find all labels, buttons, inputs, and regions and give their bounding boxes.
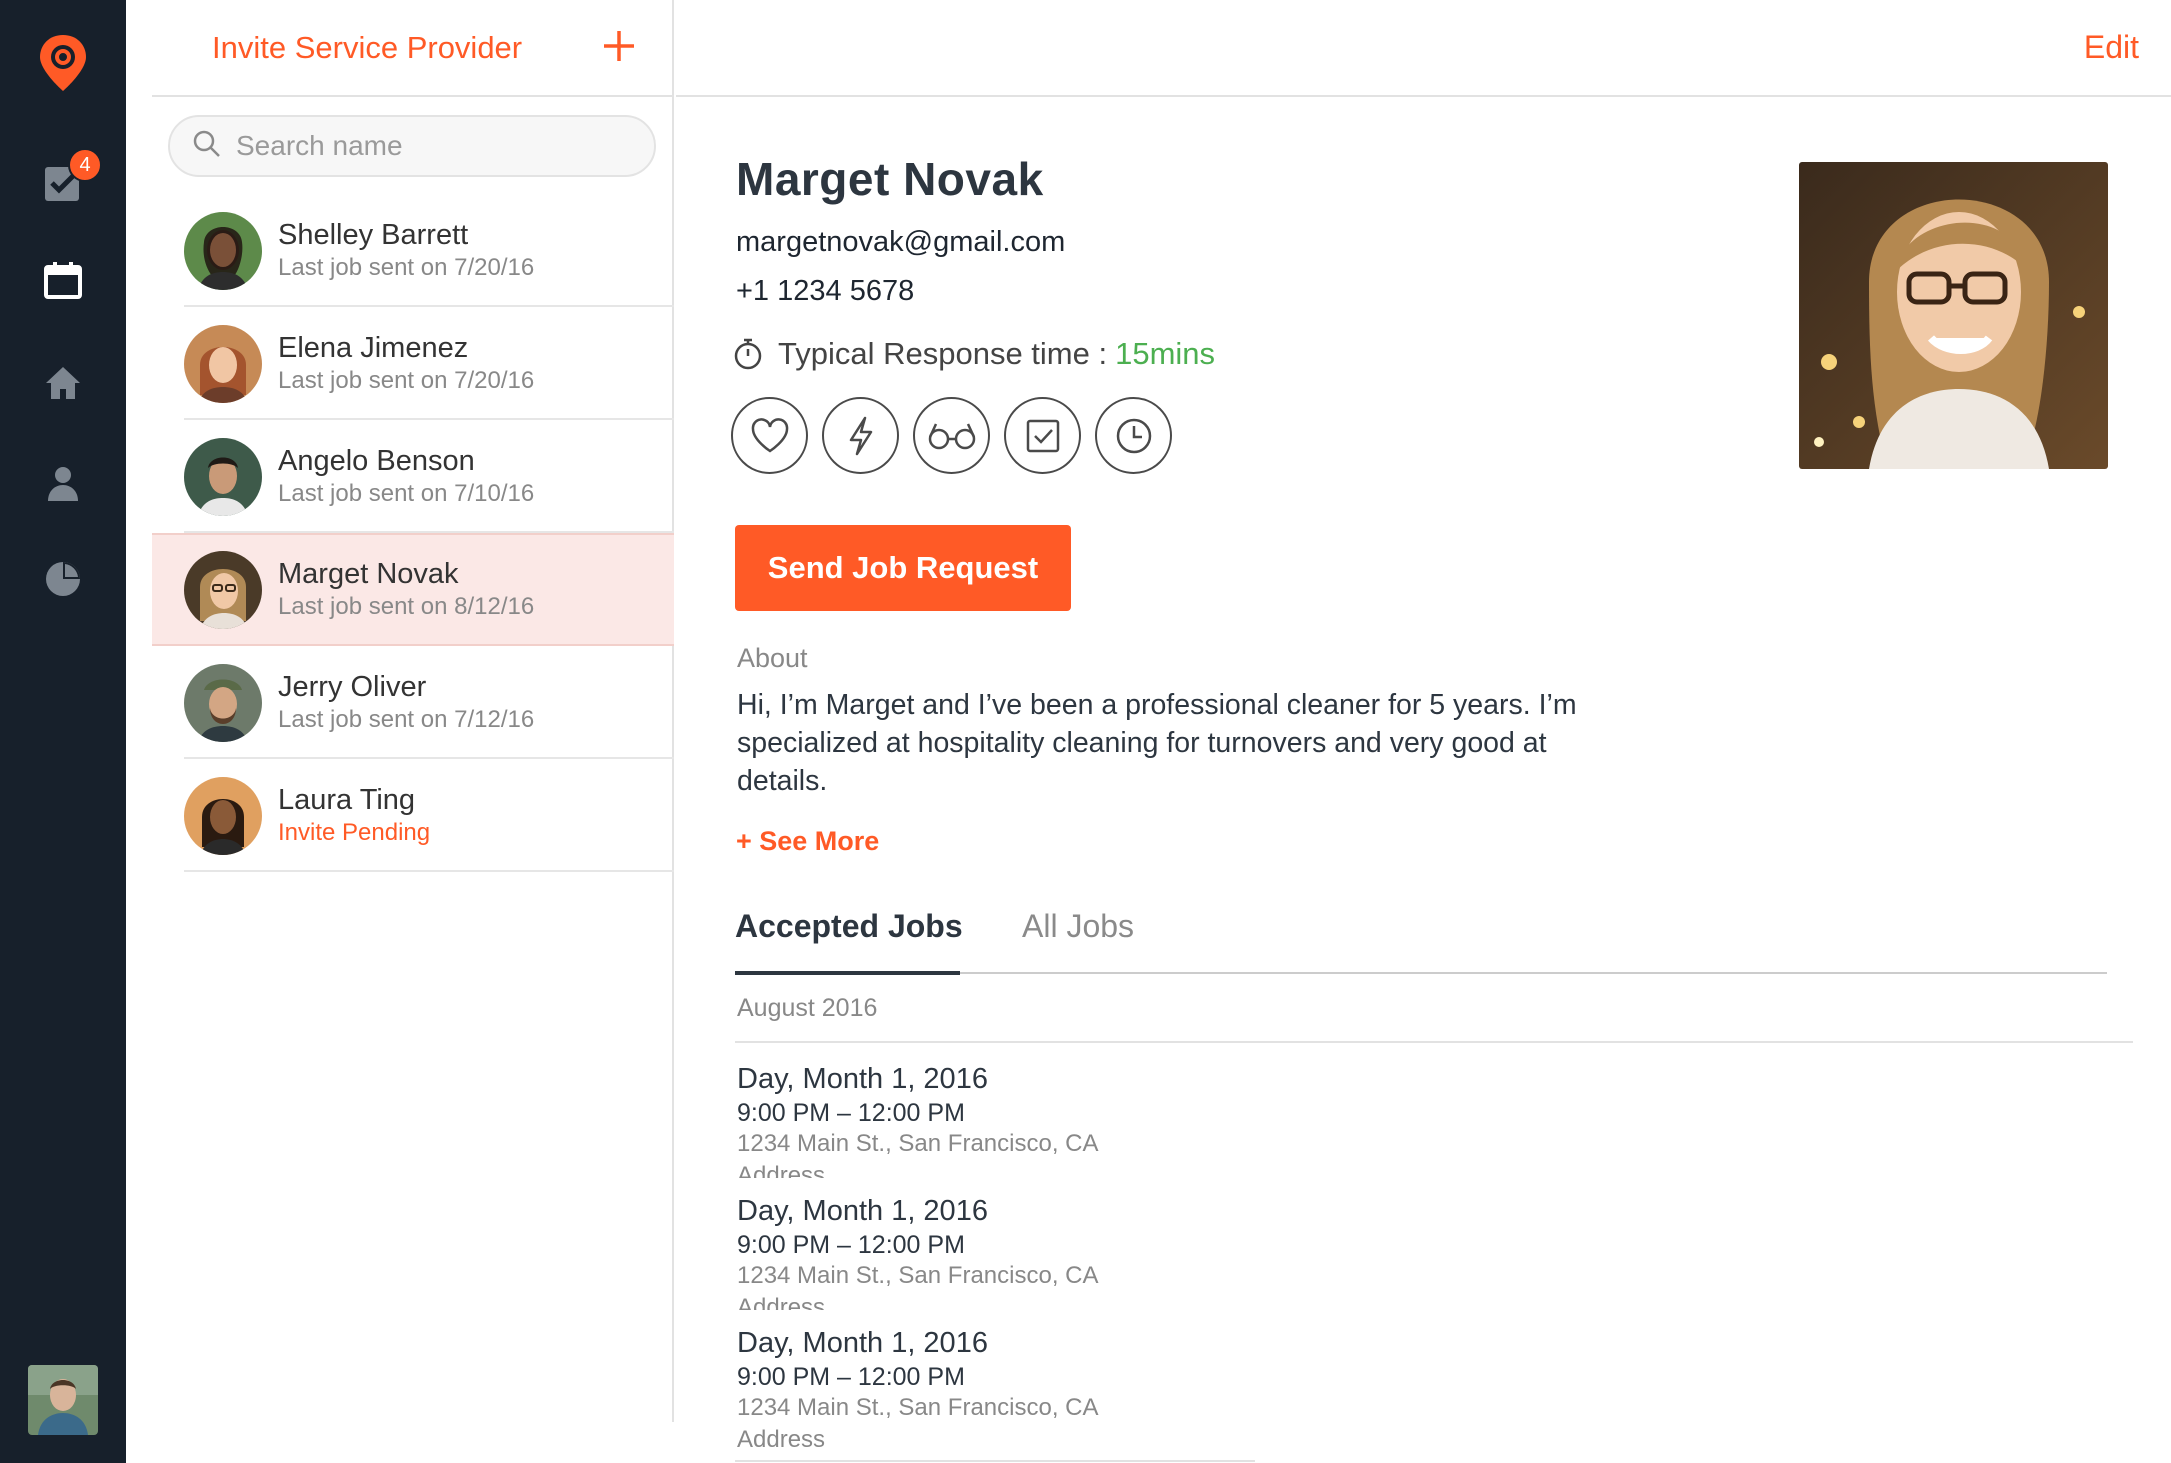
avatar [184,663,262,742]
provider-name: Marget Novak [736,153,1044,205]
provider-email[interactable]: margetnovak@gmail.com [736,226,1065,259]
contact-last-job: Last job sent on 8/12/16 [278,592,535,620]
invite-provider-title[interactable]: Invite Service Provider [212,30,522,66]
job-address: 1234 Main St., San Francisco, CA [737,1394,1099,1421]
contact-last-job: Last job sent on 7/12/16 [278,705,535,733]
contact-name: Jerry Oliver [278,670,427,703]
left-rail: 4 [0,0,126,1463]
job-address: 1234 Main St., San Francisco, CA [737,1262,1099,1289]
edit-button[interactable]: Edit [2084,29,2139,66]
search-icon [192,129,222,164]
contact-row-elena-jimenez[interactable]: Elena Jimenez Last job sent on 7/20/16 [126,307,674,420]
contact-row-shelley-barrett[interactable]: Shelley Barrett Last job sent on 7/20/16 [126,194,674,307]
app-window: 4 Invite Service Provider Search name Sh… [0,0,2171,1463]
calendar-icon[interactable] [0,258,126,304]
detail-top-bar: Edit [676,0,2171,97]
plus-icon[interactable] [602,24,636,72]
tasks-check-icon[interactable]: 4 [0,148,126,206]
month-header: August 2016 [737,994,878,1022]
divider [735,1041,2133,1043]
active-tab-indicator [735,971,960,975]
about-label: About [737,643,808,673]
job-item[interactable]: Day, Month 1, 2016 9:00 PM – 12:00 PM 12… [737,1060,1637,1192]
list-header: Invite Service Provider [152,0,672,97]
jobs-tabs: Accepted Jobs All Jobs [735,900,2107,975]
job-date: Day, Month 1, 2016 [737,1327,988,1359]
lightning-icon[interactable] [822,397,899,474]
contact-row-jerry-oliver[interactable]: Jerry Oliver Last job sent on 7/12/16 [126,646,674,759]
contact-row-angelo-benson[interactable]: Angelo Benson Last job sent on 7/10/16 [126,420,674,533]
heart-icon[interactable] [731,397,808,474]
job-list: Day, Month 1, 2016 9:00 PM – 12:00 PM 12… [737,1060,1637,1456]
stopwatch-icon [732,337,764,371]
job-address: 1234 Main St., San Francisco, CA [737,1130,1099,1157]
skill-badges [731,397,1172,474]
contact-last-job: Last job sent on 7/20/16 [278,253,535,281]
avatar [184,211,262,290]
home-icon[interactable] [0,360,126,406]
tab-all-jobs[interactable]: All Jobs [1022,908,1134,945]
send-job-request-button[interactable]: Send Job Request [735,525,1071,611]
response-time-value: 15mins [1115,336,1216,371]
tab-accepted-jobs[interactable]: Accepted Jobs [735,908,963,945]
job-address-label: Address [737,1294,826,1310]
avatar [184,776,262,855]
avatar [184,324,262,403]
glasses-icon[interactable] [913,397,990,474]
contact-name: Laura Ting [278,783,416,816]
response-time: Typical Response time : 15mins [732,336,1215,372]
clock-icon[interactable] [1095,397,1172,474]
contact-name: Angelo Benson [278,444,475,477]
contact-name: Elena Jimenez [278,331,469,364]
job-time: 9:00 PM – 12:00 PM [737,1099,965,1127]
search-box [168,115,656,177]
job-item[interactable]: Day, Month 1, 2016 9:00 PM – 12:00 PM 12… [737,1192,1637,1324]
avatar [184,550,262,629]
contact-name: Shelley Barrett [278,218,469,251]
provider-photo [1799,162,2108,469]
job-time: 9:00 PM – 12:00 PM [737,1363,965,1391]
contact-row-marget-novak[interactable]: Marget Novak Last job sent on 8/12/16 [152,533,674,646]
job-item[interactable]: Day, Month 1, 2016 9:00 PM – 12:00 PM 12… [737,1324,1637,1456]
search-input[interactable] [236,130,616,162]
job-address-label: Address [737,1426,826,1453]
avatar [184,437,262,516]
job-date: Day, Month 1, 2016 [737,1195,988,1227]
about-text: Hi, I’m Marget and I’ve been a professio… [737,689,1577,797]
invite-pending-status: Invite Pending [278,818,431,846]
job-address-label: Address [737,1162,826,1178]
contact-list: Shelley Barrett Last job sent on 7/20/16… [126,194,674,872]
pie-chart-icon[interactable] [0,556,126,602]
current-user-avatar[interactable] [28,1365,98,1435]
contact-row-laura-ting[interactable]: Laura Ting Invite Pending [126,759,674,872]
checkbox-icon[interactable] [1004,397,1081,474]
person-icon[interactable] [0,460,126,506]
divider [735,1460,1255,1462]
contact-name: Marget Novak [278,557,459,590]
provider-phone[interactable]: +1 1234 5678 [736,275,914,308]
contact-last-job: Last job sent on 7/10/16 [278,479,535,507]
job-date: Day, Month 1, 2016 [737,1063,988,1095]
notification-badge: 4 [68,148,102,182]
see-more-link[interactable]: + See More [736,826,879,857]
provider-list-panel: Invite Service Provider Shelley Barrett … [126,0,674,1422]
contact-last-job: Last job sent on 7/20/16 [278,366,535,394]
provider-detail-panel: Edit Marget Novak margetnovak@gmail.com … [676,0,2171,1463]
job-time: 9:00 PM – 12:00 PM [737,1231,965,1259]
response-time-label: Typical Response time : [778,336,1108,371]
location-pin-logo[interactable] [0,28,126,98]
